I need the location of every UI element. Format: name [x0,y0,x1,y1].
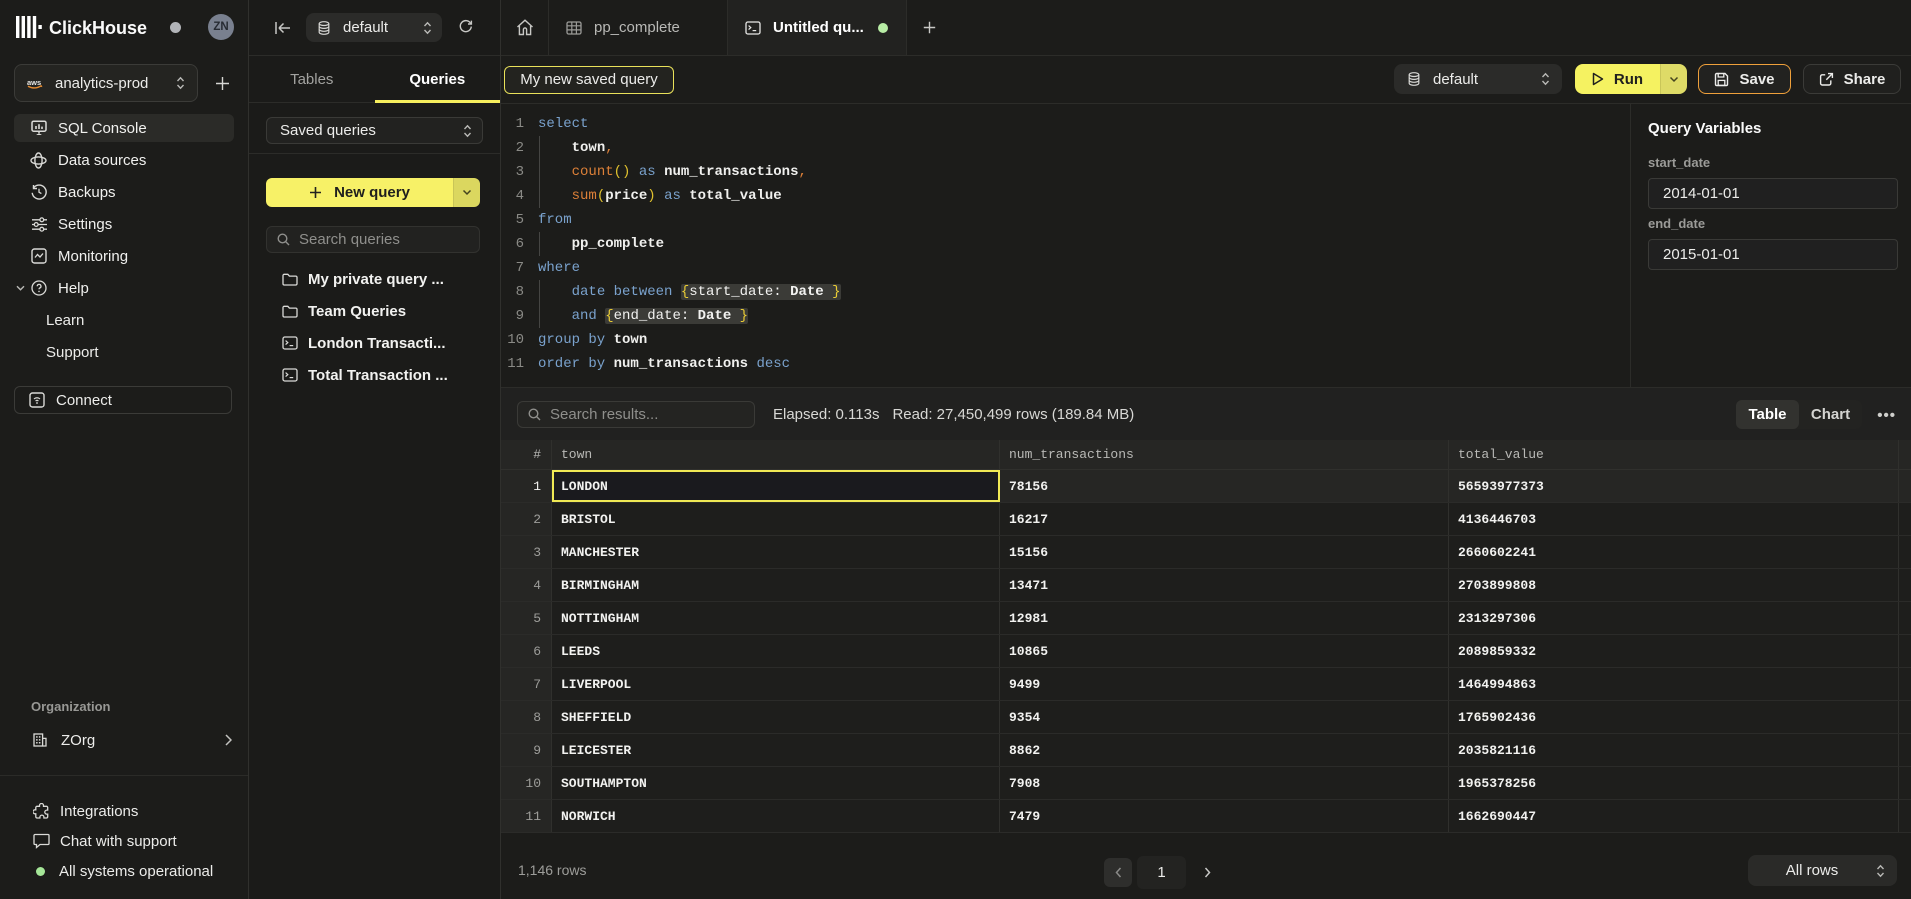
svg-text:aws: aws [27,78,41,87]
